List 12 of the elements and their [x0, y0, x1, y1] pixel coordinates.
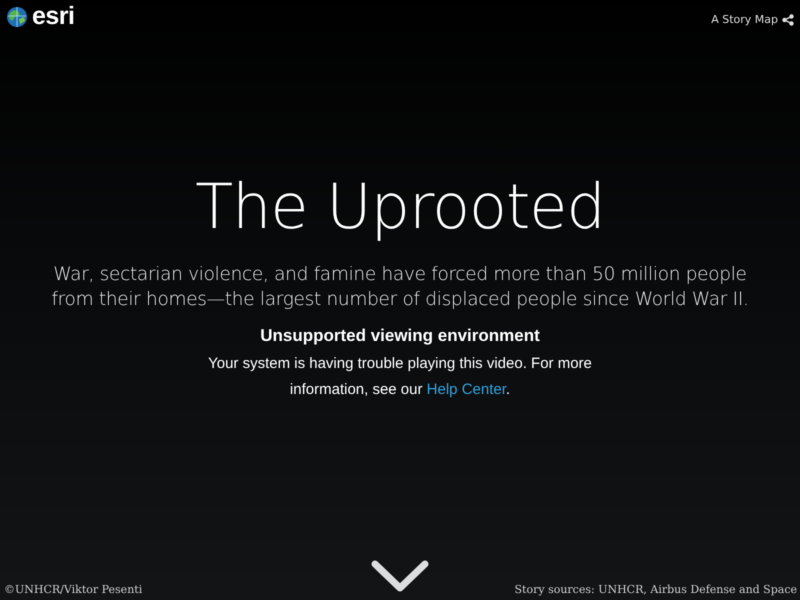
chevron-down-icon[interactable]	[371, 560, 429, 592]
story-subtitle: War, sectarian violence, and famine have forced more than 50 million people from their homes—the largest number of displaced people since World War II.	[50, 263, 750, 312]
story-map-link[interactable]: A Story Map	[711, 12, 778, 28]
story-sources: Story sources: UNHCR, Airbus Defense and Space	[514, 582, 797, 598]
story-title: The Uprooted	[195, 170, 605, 244]
photo-credit: ©UNHCR/Viktor Pesenti	[4, 582, 142, 598]
error-heading: Unsupported viewing environment	[260, 325, 540, 347]
logo-text[interactable]: esri	[32, 4, 74, 29]
help-center-link[interactable]: Help Center	[426, 380, 506, 398]
error-message: Your system is having trouble playing this video. For more information, see our Help Center.	[207, 354, 593, 400]
share-icon[interactable]	[782, 14, 794, 26]
globe-icon	[6, 6, 28, 28]
